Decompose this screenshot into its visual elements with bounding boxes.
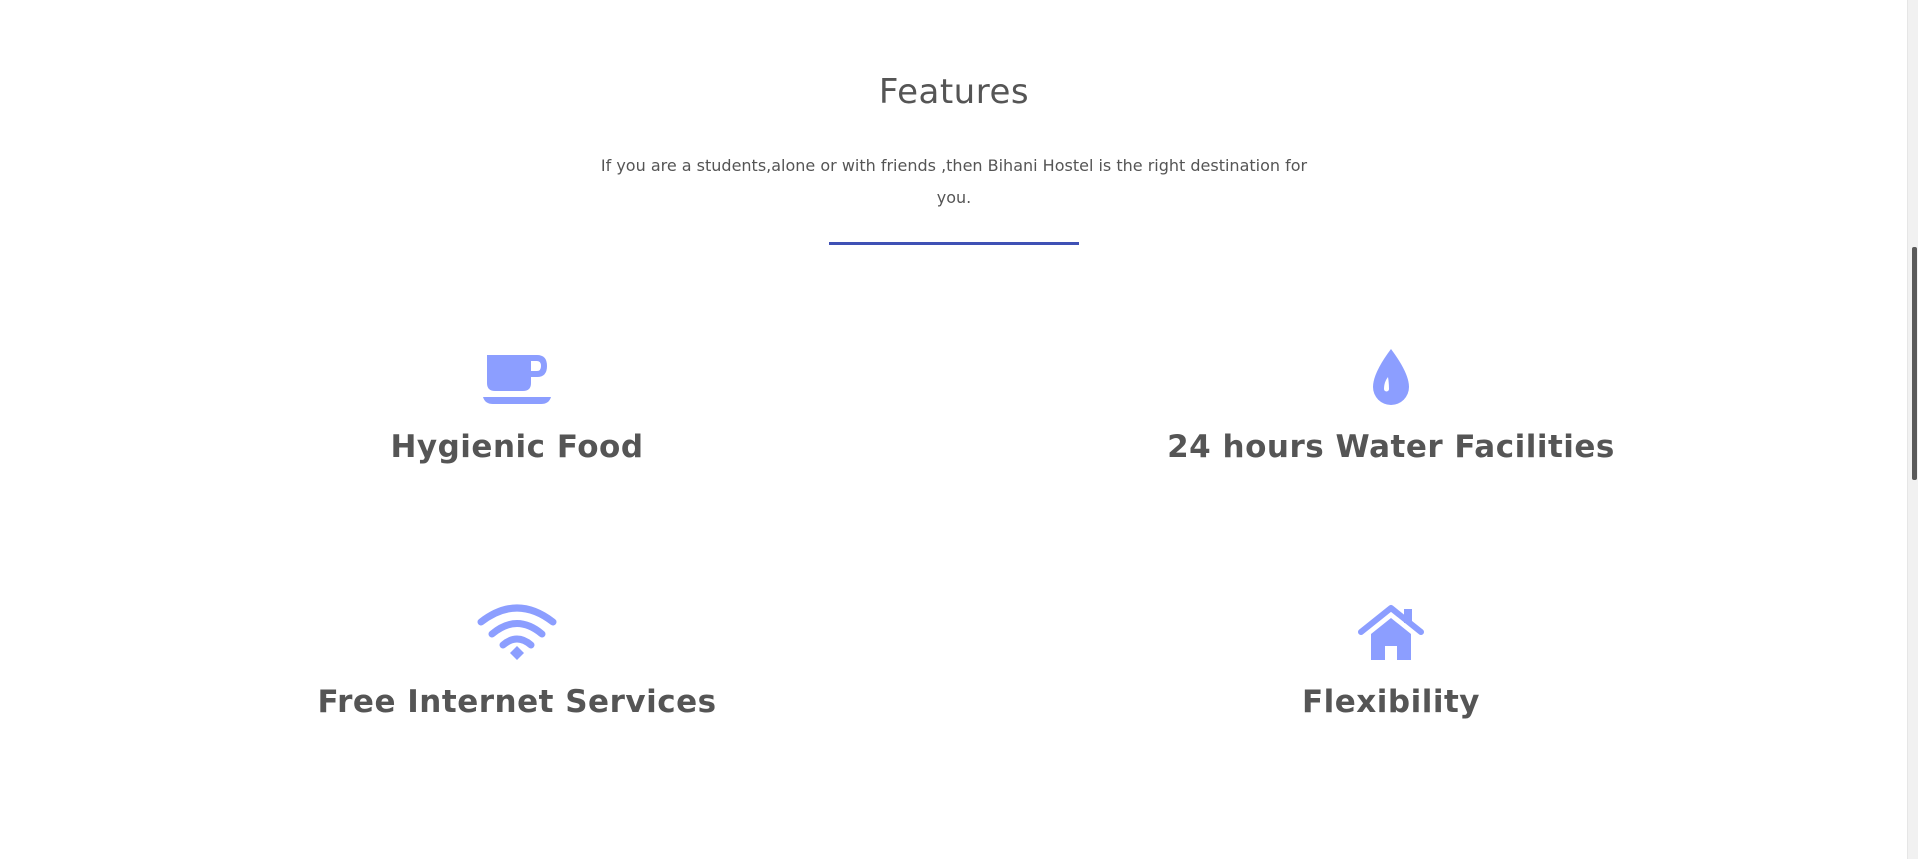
section-title: Features [878, 72, 1030, 112]
feature-label: Flexibility [1301, 684, 1481, 720]
wifi-icon [477, 602, 557, 662]
home-icon [1351, 602, 1431, 662]
feature-label: Free Internet Services [317, 684, 717, 720]
feature-flexibility: Flexibility [1041, 602, 1741, 720]
feature-water-facilities: 24 hours Water Facilities [1041, 347, 1741, 465]
coffee-cup-icon [477, 347, 557, 407]
scrollbar-thumb[interactable] [1912, 247, 1917, 480]
feature-internet-services: Free Internet Services [167, 602, 867, 720]
features-page: Features If you are a students,alone or … [0, 0, 1918, 859]
feature-label: 24 hours Water Facilities [1167, 429, 1615, 465]
page-scrollbar[interactable] [1907, 0, 1918, 859]
feature-label: Hygienic Food [390, 429, 644, 465]
feature-hygienic-food: Hygienic Food [167, 347, 867, 465]
title-divider [829, 242, 1079, 245]
section-subtitle: If you are a students,alone or with frie… [600, 156, 1308, 207]
water-drop-icon [1351, 347, 1431, 407]
